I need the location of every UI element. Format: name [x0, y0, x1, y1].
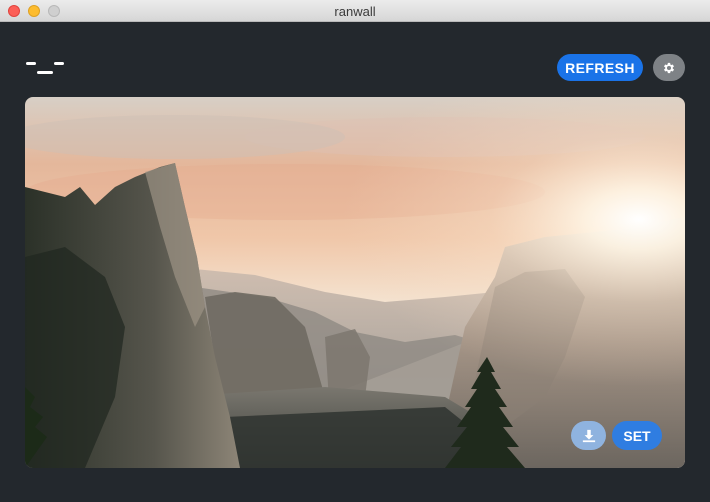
refresh-button[interactable]: REFRESH — [557, 54, 643, 81]
ranwall-logo-icon — [26, 60, 66, 76]
download-button[interactable] — [571, 421, 606, 450]
set-wallpaper-button[interactable]: SET — [612, 421, 662, 450]
wallpaper-preview — [25, 97, 685, 468]
download-icon — [582, 429, 595, 442]
window-titlebar: ranwall — [0, 0, 710, 22]
mountain-valley-sunrise-image — [25, 97, 685, 468]
settings-button[interactable] — [653, 54, 685, 81]
gear-icon — [663, 62, 675, 73]
window-title: ranwall — [334, 4, 376, 19]
